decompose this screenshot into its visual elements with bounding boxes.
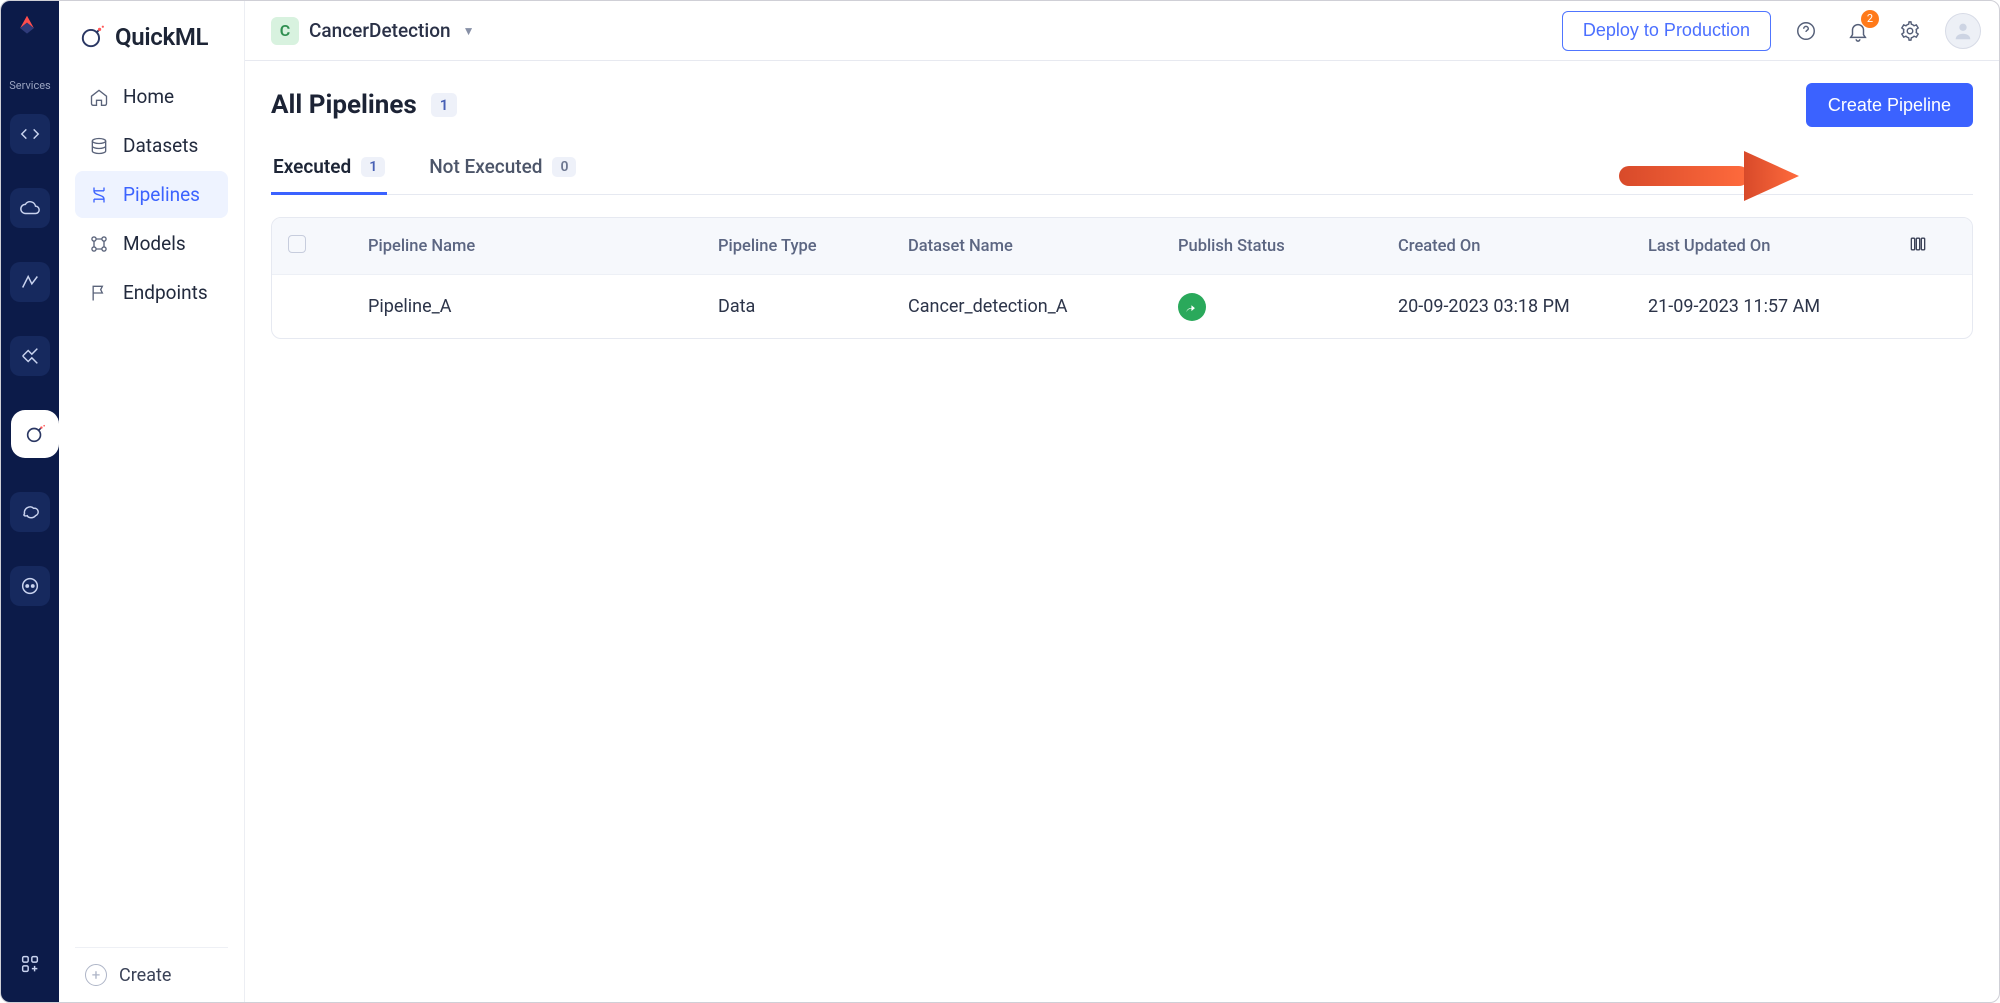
table-header-row: Pipeline Name Pipeline Type Dataset Name… (272, 218, 1972, 274)
quickml-icon (79, 24, 105, 50)
cell-pipeline-type: Data (702, 296, 892, 317)
table-row[interactable]: Pipeline_A Data Cancer_detection_A 20-09… (272, 274, 1972, 338)
col-header-type[interactable]: Pipeline Type (702, 237, 892, 256)
sidebar-item-label: Datasets (123, 134, 198, 157)
sidebar-item-endpoints[interactable]: Endpoints (75, 269, 228, 316)
project-initial: C (271, 17, 299, 45)
tab-count-badge: 1 (361, 157, 385, 177)
sidebar-item-home[interactable]: Home (75, 73, 228, 120)
sidebar-item-label: Endpoints (123, 281, 208, 304)
services-rail: Services (1, 1, 59, 1002)
pipelines-table: Pipeline Name Pipeline Type Dataset Name… (271, 217, 1973, 339)
rail-service-quickml[interactable] (11, 410, 59, 458)
page-count-badge: 1 (431, 93, 458, 117)
sidebar-item-label: Models (123, 232, 186, 255)
topbar: C CancerDetection ▼ Deploy to Production… (245, 1, 1999, 61)
notification-badge: 2 (1861, 10, 1879, 28)
sidebar-item-datasets[interactable]: Datasets (75, 122, 228, 169)
sidebar-create-label: Create (119, 965, 171, 986)
project-switcher[interactable]: C CancerDetection ▼ (263, 13, 482, 49)
tab-count-badge: 0 (552, 157, 576, 177)
col-header-name[interactable]: Pipeline Name (352, 237, 702, 256)
catalyst-logo-icon (16, 13, 44, 41)
cell-updated-on: 21-09-2023 11:57 AM (1632, 296, 1892, 317)
help-icon (1795, 20, 1817, 42)
page-title: All Pipelines (271, 90, 417, 120)
database-icon (89, 136, 109, 156)
col-header-created[interactable]: Created On (1382, 237, 1632, 256)
settings-button[interactable] (1893, 14, 1927, 48)
col-header-dataset[interactable]: Dataset Name (892, 237, 1162, 256)
rail-service-stratus[interactable] (10, 492, 50, 532)
app-brand: QuickML (75, 15, 228, 73)
help-button[interactable] (1789, 14, 1823, 48)
sidebar-item-pipelines[interactable]: Pipelines (75, 171, 228, 218)
sidebar-create[interactable]: + Create (75, 947, 228, 1002)
rail-service-unknown1[interactable] (10, 336, 50, 376)
home-icon (89, 87, 109, 107)
cell-created-on: 20-09-2023 03:18 PM (1382, 296, 1632, 317)
services-section-label: Services (9, 79, 50, 92)
project-name: CancerDetection (309, 19, 451, 42)
cell-pipeline-name: Pipeline_A (352, 296, 702, 317)
rail-service-bot[interactable] (10, 566, 50, 606)
user-icon (1952, 20, 1974, 42)
gear-icon (1899, 20, 1921, 42)
models-icon (89, 234, 109, 254)
publish-status-icon (1178, 293, 1206, 321)
pipeline-icon (89, 185, 109, 205)
cell-dataset-name: Cancer_detection_A (892, 296, 1162, 317)
deploy-button[interactable]: Deploy to Production (1562, 11, 1771, 51)
app-brand-name: QuickML (115, 23, 208, 51)
select-all-checkbox[interactable] (288, 235, 306, 253)
create-pipeline-button[interactable]: Create Pipeline (1806, 83, 1973, 127)
rail-service-cloud[interactable] (10, 188, 50, 228)
col-header-updated[interactable]: Last Updated On (1632, 237, 1892, 256)
flag-icon (89, 283, 109, 303)
notifications-button[interactable]: 2 (1841, 14, 1875, 48)
plus-icon: + (85, 964, 107, 986)
sidebar-item-label: Pipelines (123, 183, 200, 206)
rail-apps-grid[interactable] (10, 944, 50, 984)
user-avatar[interactable] (1945, 13, 1981, 49)
tab-label: Not Executed (429, 155, 542, 178)
col-header-status[interactable]: Publish Status (1162, 237, 1382, 256)
app-sidebar: QuickML Home Datasets Pipelines Models E… (59, 1, 245, 1002)
tab-label: Executed (273, 155, 351, 178)
sidebar-item-models[interactable]: Models (75, 220, 228, 267)
rail-service-zia[interactable] (10, 262, 50, 302)
chevron-down-icon: ▼ (463, 24, 475, 38)
sidebar-item-label: Home (123, 85, 174, 108)
tab-not-executed[interactable]: Not Executed 0 (427, 155, 578, 195)
columns-icon (1908, 234, 1928, 254)
tab-executed[interactable]: Executed 1 (271, 155, 387, 195)
column-settings-button[interactable] (1892, 234, 1972, 259)
rail-service-functions[interactable] (10, 114, 50, 154)
